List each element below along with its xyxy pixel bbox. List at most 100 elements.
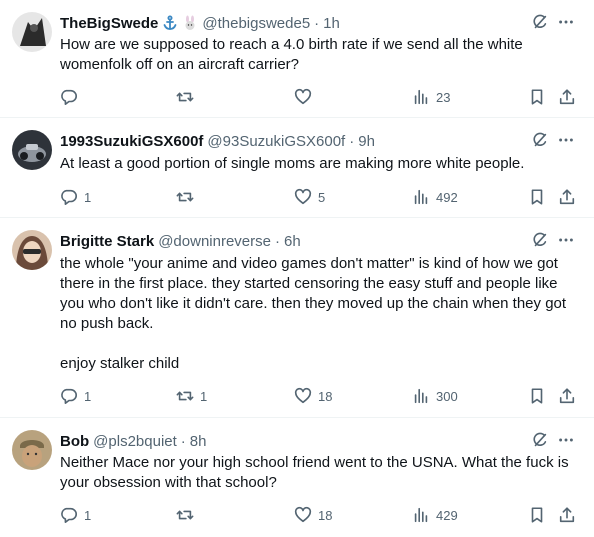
- tweet[interactable]: Brigitte Stark @downinreverse · 6h the w…: [0, 218, 594, 418]
- display-name[interactable]: TheBigSwede: [60, 15, 158, 32]
- handle[interactable]: @pls2bquiet: [93, 433, 177, 450]
- view-count: 300: [436, 388, 458, 404]
- more-options-icon[interactable]: [556, 230, 576, 250]
- grok-icon[interactable]: [530, 430, 550, 450]
- like-button[interactable]: 18: [294, 386, 332, 406]
- view-count: 429: [436, 507, 458, 523]
- reply-button[interactable]: 1: [60, 505, 91, 525]
- views-button[interactable]: 300: [412, 386, 458, 406]
- tweet-text: Neither Mace nor your high school friend…: [60, 454, 569, 491]
- view-count: 23: [436, 89, 451, 105]
- timestamp[interactable]: 6h: [284, 233, 301, 250]
- share-button[interactable]: [558, 505, 576, 525]
- share-icon: [559, 388, 575, 404]
- display-name[interactable]: 1993SuzukiGSX600f: [60, 133, 203, 150]
- tweet-header: 1993SuzukiGSX600f @93SuzukiGSX600f · 9h: [60, 131, 375, 151]
- tweet-text: At least a good portion of single moms a…: [60, 155, 525, 172]
- separator-dot: ·: [180, 432, 186, 450]
- retweet-icon: [176, 192, 194, 202]
- share-button[interactable]: [558, 386, 576, 406]
- retweet-count: 1: [200, 388, 208, 404]
- bookmark-icon: [531, 189, 543, 205]
- reply-count: 1: [84, 507, 92, 523]
- like-button[interactable]: 5: [294, 187, 325, 207]
- handle[interactable]: @downinreverse: [158, 233, 271, 250]
- share-icon: [559, 89, 575, 105]
- action-bar: 1 18 429: [60, 505, 582, 525]
- grok-icon[interactable]: [530, 230, 550, 250]
- views-button[interactable]: 429: [412, 505, 458, 525]
- heart-icon: [294, 506, 312, 523]
- timestamp[interactable]: 1h: [323, 15, 340, 32]
- grok-icon[interactable]: [530, 130, 550, 150]
- views-icon: [414, 189, 428, 205]
- bookmark-button[interactable]: [528, 187, 546, 207]
- reply-button[interactable]: 1: [60, 187, 91, 207]
- view-count: 492: [436, 189, 458, 205]
- tweet[interactable]: 1993SuzukiGSX600f @93SuzukiGSX600f · 9h …: [0, 118, 594, 218]
- bookmark-button[interactable]: [528, 87, 546, 107]
- timestamp[interactable]: 8h: [190, 433, 207, 450]
- reply-button[interactable]: [60, 87, 84, 107]
- share-button[interactable]: [558, 187, 576, 207]
- tweet-header: Bob @pls2bquiet · 8h: [60, 431, 206, 451]
- like-count: 5: [318, 189, 326, 205]
- avatar[interactable]: [12, 130, 52, 170]
- bookmark-button[interactable]: [528, 505, 546, 525]
- separator-dot: ·: [274, 232, 280, 250]
- heart-icon: [294, 188, 312, 205]
- like-button[interactable]: [294, 87, 318, 107]
- timestamp[interactable]: 9h: [358, 133, 375, 150]
- like-count: 18: [318, 507, 333, 523]
- separator-dot: ·: [349, 132, 355, 150]
- more-options-icon[interactable]: [556, 430, 576, 450]
- grok-icon[interactable]: [530, 12, 550, 32]
- action-bar: 1 1 18 300: [60, 386, 582, 406]
- separator-dot: ·: [314, 14, 320, 32]
- like-button[interactable]: 18: [294, 505, 332, 525]
- reply-button[interactable]: 1: [60, 386, 91, 406]
- share-button[interactable]: [558, 87, 576, 107]
- tweet[interactable]: TheBigSwede @thebigswede5 · 1h How are w…: [0, 0, 594, 118]
- reply-icon: [61, 507, 77, 524]
- retweet-button[interactable]: [176, 505, 200, 525]
- bookmark-icon: [531, 89, 543, 105]
- reply-icon: [61, 388, 77, 405]
- retweet-button[interactable]: [176, 87, 200, 107]
- tweet[interactable]: Bob @pls2bquiet · 8h Neither Mace nor yo…: [0, 418, 594, 537]
- avatar[interactable]: [12, 12, 52, 52]
- views-icon: [414, 388, 428, 404]
- handle[interactable]: @thebigswede5: [202, 15, 310, 32]
- avatar[interactable]: [12, 230, 52, 270]
- display-name[interactable]: Brigitte Stark: [60, 233, 154, 250]
- action-bar: 23: [60, 87, 582, 107]
- retweet-button[interactable]: 1: [176, 386, 207, 406]
- avatar[interactable]: [12, 430, 52, 470]
- reply-icon: [61, 89, 77, 106]
- share-icon: [559, 507, 575, 523]
- views-button[interactable]: 23: [412, 87, 450, 107]
- views-button[interactable]: 492: [412, 187, 458, 207]
- more-options-icon[interactable]: [556, 130, 576, 150]
- handle[interactable]: @93SuzukiGSX600f: [207, 133, 345, 150]
- heart-icon: [294, 387, 312, 404]
- tweet-header: Brigitte Stark @downinreverse · 6h: [60, 231, 301, 251]
- reply-count: 1: [84, 189, 92, 205]
- tweet-text: the whole "your anime and video games do…: [60, 255, 567, 372]
- views-icon: [414, 507, 428, 523]
- views-icon: [414, 89, 428, 105]
- retweet-icon: [176, 92, 194, 102]
- heart-icon: [294, 88, 312, 105]
- reply-count: 1: [84, 388, 92, 404]
- tweet-text: How are we supposed to reach a 4.0 birth…: [60, 36, 523, 73]
- like-count: 18: [318, 388, 333, 404]
- bookmark-button[interactable]: [528, 386, 546, 406]
- retweet-icon: [176, 391, 194, 401]
- rabbit-emoji-icon: [182, 15, 198, 31]
- retweet-button[interactable]: [176, 187, 200, 207]
- bookmark-icon: [531, 507, 543, 523]
- display-name[interactable]: Bob: [60, 433, 89, 450]
- more-options-icon[interactable]: [556, 12, 576, 32]
- share-icon: [559, 189, 575, 205]
- action-bar: 1 5 492: [60, 187, 582, 207]
